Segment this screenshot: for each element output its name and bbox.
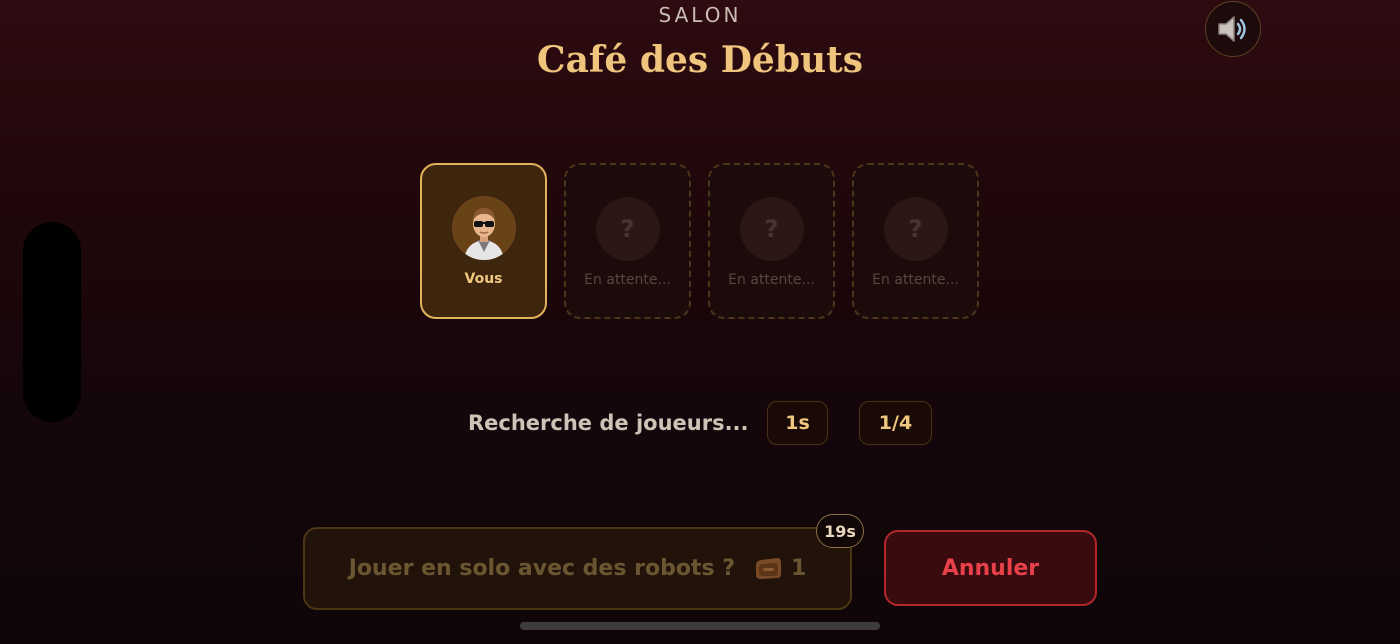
- search-status-text: Recherche de joueurs...: [468, 411, 749, 435]
- question-mark-icon: ?: [620, 215, 635, 243]
- matchmaking-status: Recherche de joueurs... 1s 1/4: [0, 401, 1400, 445]
- sound-toggle-button[interactable]: [1205, 1, 1261, 57]
- speaker-icon: [1218, 16, 1246, 42]
- avatar-icon: [451, 196, 516, 260]
- player-name: Vous: [464, 271, 503, 287]
- empty-avatar: ?: [595, 197, 660, 261]
- player-slot-waiting: ? En attente...: [852, 163, 979, 319]
- waiting-label: En attente...: [728, 272, 815, 288]
- player-slots: Vous ? En attente... ? En attente... ? E…: [420, 163, 979, 319]
- player-slot-waiting: ? En attente...: [564, 163, 691, 319]
- player-avatar: [451, 196, 516, 260]
- ticket-icon: [755, 557, 781, 579]
- room-title: Café des Débuts: [536, 39, 864, 81]
- question-mark-icon: ?: [764, 215, 779, 243]
- play-solo-button[interactable]: Jouer en solo avec des robots ? 1: [303, 527, 852, 610]
- player-slot-waiting: ? En attente...: [708, 163, 835, 319]
- elapsed-timer-chip: 1s: [767, 401, 828, 445]
- cancel-button[interactable]: Annuler: [884, 530, 1097, 606]
- question-mark-icon: ?: [908, 215, 923, 243]
- player-count-chip: 1/4: [859, 401, 932, 445]
- player-slot-you: Vous: [420, 163, 547, 319]
- waiting-label: En attente...: [872, 272, 959, 288]
- empty-avatar: ?: [883, 197, 948, 261]
- waiting-label: En attente...: [584, 272, 671, 288]
- header: SALON Café des Débuts: [0, 2, 1400, 82]
- room-eyebrow: SALON: [658, 3, 742, 27]
- play-solo-label: Jouer en solo avec des robots ?: [348, 556, 735, 581]
- solo-countdown-badge: 19s: [816, 514, 864, 548]
- empty-avatar: ?: [739, 197, 804, 261]
- solo-cost-value: 1: [790, 556, 807, 581]
- solo-cost: 1: [753, 556, 806, 581]
- side-handle: [23, 222, 81, 422]
- home-indicator: [520, 622, 880, 630]
